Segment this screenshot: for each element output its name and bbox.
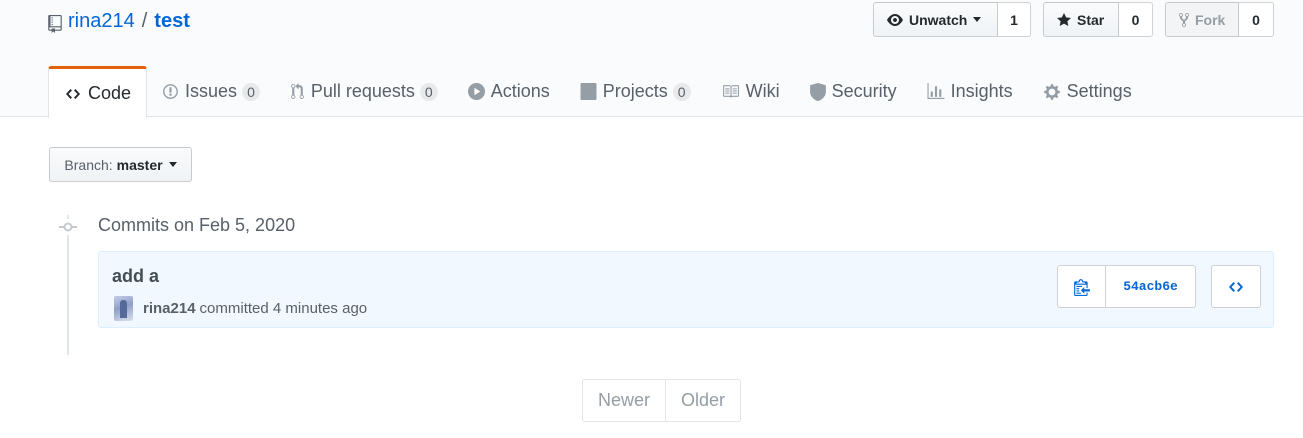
play-icon — [467, 83, 485, 100]
projects-counter: 0 — [672, 82, 691, 101]
pagination: Newer Older — [582, 379, 742, 422]
repo-name-link[interactable]: test — [154, 10, 190, 33]
fork-label: Fork — [1195, 11, 1226, 28]
branch-select-button[interactable]: Branch: master — [49, 147, 192, 182]
star-button-group: Star 0 — [1043, 2, 1153, 37]
tab-security[interactable]: Security — [795, 66, 912, 117]
chevron-down-icon — [168, 162, 177, 167]
commit-time-text: committed 4 minutes ago — [199, 300, 368, 317]
tab-issues[interactable]: Issues 0 — [147, 66, 275, 117]
tab-actions-label: Actions — [490, 81, 550, 101]
commit-meta: rina214 committed 4 minutes ago — [114, 296, 367, 321]
code-icon — [66, 88, 80, 99]
tab-settings[interactable]: Settings — [1028, 66, 1147, 117]
fork-button-group: Fork 0 — [1165, 2, 1274, 37]
fork-button[interactable]: Fork — [1165, 2, 1239, 37]
repo-owner-link[interactable]: rina214 — [68, 10, 135, 33]
older-button[interactable]: Older — [665, 380, 740, 421]
tab-security-label: Security — [831, 81, 897, 101]
commit-sha-link[interactable]: 54acb6e — [1106, 266, 1195, 307]
star-button[interactable]: Star — [1043, 2, 1119, 37]
project-icon — [580, 83, 597, 100]
eye-icon — [887, 13, 903, 26]
tab-actions[interactable]: Actions — [453, 66, 565, 117]
newer-button[interactable]: Newer — [583, 380, 665, 421]
commit-author-link[interactable]: rina214 — [143, 300, 196, 317]
git-commit-icon — [58, 219, 78, 235]
repo-header: rina214 / test Unwatch 1 Star 0 Fork 0 C… — [0, 0, 1303, 118]
tab-code-label: Code — [88, 83, 132, 103]
repo-forked-icon — [1179, 12, 1189, 27]
branch-value: master — [116, 156, 163, 173]
tab-wiki[interactable]: Wiki — [706, 66, 795, 117]
tab-code[interactable]: Code — [48, 66, 148, 118]
code-icon — [1229, 281, 1243, 292]
commit-list-item: add a rina214 committed 4 minutes ago 54… — [98, 251, 1274, 328]
graph-icon — [927, 83, 945, 99]
tab-projects-label: Projects — [602, 81, 668, 101]
timeline-line — [67, 215, 69, 355]
tab-pull-requests-label: Pull requests — [310, 81, 415, 101]
stargazers-count[interactable]: 0 — [1119, 2, 1153, 37]
tab-issues-label: Issues — [185, 81, 238, 101]
issue-opened-icon — [163, 84, 178, 99]
tab-pull-requests[interactable]: Pull requests 0 — [275, 66, 453, 117]
avatar[interactable] — [114, 296, 133, 321]
tab-insights-label: Insights — [950, 81, 1013, 101]
commit-group-title: Commits on Feb 5, 2020 — [98, 215, 296, 235]
gear-icon — [1043, 83, 1060, 100]
forks-count[interactable]: 0 — [1239, 2, 1274, 37]
git-pull-request-icon — [290, 83, 304, 99]
unwatch-label: Unwatch — [909, 11, 968, 28]
repo-icon — [48, 14, 62, 33]
commit-message-link[interactable]: add a — [112, 266, 159, 287]
clippy-icon — [1073, 278, 1090, 296]
tab-settings-label: Settings — [1066, 81, 1132, 101]
book-icon — [722, 85, 739, 98]
unwatch-button[interactable]: Unwatch — [873, 2, 998, 37]
tab-wiki-label: Wiki — [745, 81, 780, 101]
pull-requests-counter: 0 — [419, 82, 438, 101]
branch-label: Branch: — [64, 156, 113, 173]
star-icon — [1057, 12, 1071, 26]
browse-files-button[interactable] — [1211, 265, 1261, 308]
star-label: Star — [1077, 11, 1105, 28]
commit-sha-group: 54acb6e — [1057, 265, 1196, 308]
tab-projects[interactable]: Projects 0 — [565, 66, 706, 117]
copy-sha-button[interactable] — [1058, 266, 1106, 307]
chevron-down-icon — [973, 17, 982, 22]
repo-title: rina214 / test — [48, 6, 190, 36]
shield-icon — [809, 82, 826, 101]
watch-button-group: Unwatch 1 — [873, 2, 1031, 37]
watchers-count[interactable]: 1 — [998, 2, 1031, 37]
tab-insights[interactable]: Insights — [912, 66, 1028, 117]
repo-separator: / — [141, 9, 148, 32]
issues-counter: 0 — [242, 82, 260, 101]
repo-nav-tabs: Code Issues 0 Pull requests 0 Actions Pr… — [48, 66, 1147, 118]
